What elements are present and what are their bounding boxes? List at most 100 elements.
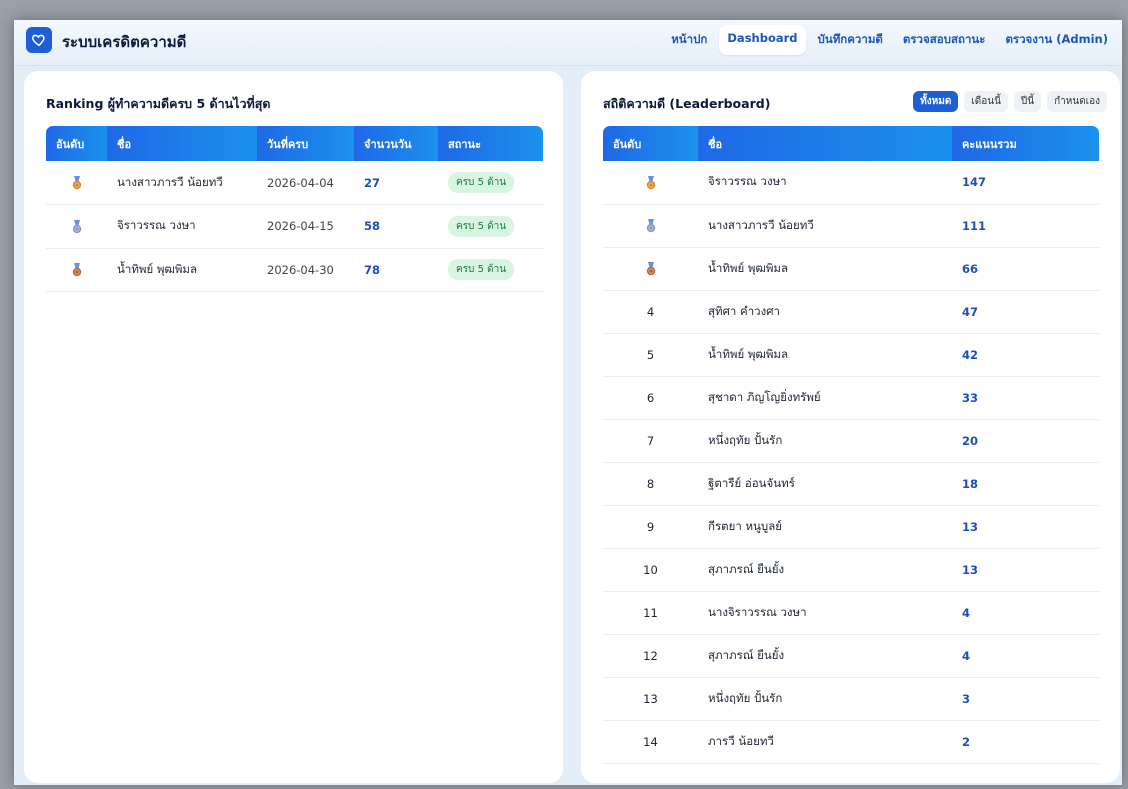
leaderboard-row[interactable]: 10 สุภาภรณ์ ยืนยั้ง 13	[603, 548, 1099, 591]
gold-medal-icon	[72, 175, 81, 189]
rank-cell: 11	[643, 605, 658, 620]
leaderboard-row[interactable]: 5 น้ำทิพย์ พุฒพิมล 42	[603, 333, 1099, 376]
status-badge: ครบ 5 ด้าน	[448, 259, 515, 281]
leaderboard-row[interactable]: 8 ฐิตารีย์ อ่อนจันทร์ 18	[603, 462, 1099, 505]
rank-cell: 9	[646, 519, 655, 534]
leaderboard-row[interactable]: 11 นางจิราวรรณ วงษา 4	[603, 591, 1099, 634]
filter-button-2[interactable]: ปีนี้	[1013, 91, 1042, 112]
score-cell: 13	[962, 519, 979, 534]
ranking-col-header: วันที่ครบ	[257, 126, 354, 161]
status-cell: ครบ 5 ด้าน	[438, 248, 543, 292]
name-cell: จิราวรรณ วงษา	[708, 174, 787, 189]
app-logo[interactable]	[26, 27, 52, 53]
days-cell: 27	[364, 175, 381, 190]
leaderboard-row[interactable]: 13 หนึ่งฤทัย ปั้นรัก 3	[603, 677, 1099, 720]
name-cell: นางสาวภารวี น้อยทวี	[117, 174, 223, 189]
leaderboard-header-row: อันดับ ชื่อ คะแนนรวม	[603, 126, 1099, 161]
ranking-table: อันดับ ชื่อ วันที่ครบ จำนวนวัน สถานะ นางสาวภ…	[46, 126, 543, 292]
leaderboard-row[interactable]: 12 สุภาภรณ์ ยืนยั้ง 4	[603, 634, 1099, 677]
score-cell: 13	[962, 562, 979, 577]
leaderboard-table: อันดับ ชื่อ คะแนนรวม จิราวรรณ วงษา 147 นางสา…	[603, 126, 1099, 764]
rank-cell	[46, 205, 107, 249]
leaderboard-row[interactable]: 4 สุทิศา คำวงศา 47	[603, 290, 1099, 333]
rank-cell: 12	[643, 648, 658, 663]
days-cell: 78	[364, 262, 381, 277]
rank-cell: 4	[646, 304, 655, 319]
status-badge: ครบ 5 ด้าน	[448, 172, 515, 193]
rank-cell	[603, 204, 698, 247]
bronze-medal-icon	[72, 263, 81, 277]
rank-cell: 14	[643, 734, 658, 749]
score-cell: 47	[962, 304, 979, 319]
date-cell: 2026-04-04	[267, 175, 334, 190]
score-cell: 18	[962, 476, 979, 491]
rank-cell: 6	[646, 390, 655, 405]
ranking-row[interactable]: จิราวรรณ วงษา 2026-04-15 58 ครบ 5 ด้าน	[46, 205, 543, 249]
leaderboard-col-header: คะแนนรวม	[952, 126, 1099, 161]
status-badge: ครบ 5 ด้าน	[448, 215, 515, 237]
top-navbar: ระบบเครดิตความดี หน้าปก Dashboard บันทึกคว…	[14, 20, 1122, 66]
nav-item-1[interactable]: Dashboard	[719, 25, 806, 55]
heart-icon	[32, 34, 45, 47]
score-cell: 42	[962, 347, 979, 362]
leaderboard-col-header: ชื่อ	[698, 126, 952, 161]
score-cell: 4	[962, 605, 971, 620]
score-cell: 20	[962, 433, 979, 448]
rank-cell: 10	[643, 562, 658, 577]
ranking-row[interactable]: นางสาวภารวี น้อยทวี 2026-04-04 27 ครบ 5 ด้า…	[46, 161, 543, 205]
name-cell: น้ำทิพย์ พุฒพิมล	[117, 261, 198, 276]
name-cell: กีรตยา หนูบูลย์	[708, 518, 782, 533]
ranking-col-header: จำนวนวัน	[354, 126, 438, 161]
ranking-row[interactable]: น้ำทิพย์ พุฒพิมล 2026-04-30 78 ครบ 5 ด้าน	[46, 248, 543, 292]
score-cell: 2	[962, 734, 971, 749]
name-cell: สุภาภรณ์ ยืนยั้ง	[708, 647, 785, 662]
ranking-col-header: อันดับ	[46, 126, 107, 161]
leaderboard-row[interactable]: จิราวรรณ วงษา 147	[603, 161, 1099, 204]
silver-medal-icon	[646, 218, 655, 232]
ranking-col-header: ชื่อ	[107, 126, 257, 161]
name-cell: นางจิราวรรณ วงษา	[708, 604, 807, 619]
filter-button-1[interactable]: เดือนนี้	[964, 91, 1008, 112]
rank-cell: 8	[646, 476, 655, 491]
leaderboard-row[interactable]: 9 กีรตยา หนูบูลย์ 13	[603, 505, 1099, 548]
score-cell: 66	[962, 261, 979, 276]
nav-item-3[interactable]: ตรวจสอบสถานะ	[895, 25, 994, 55]
filter-button-0[interactable]: ทั้งหมด	[913, 91, 959, 112]
leaderboard-row[interactable]: 7 หนึ่งฤทัย ปั้นรัก 20	[603, 419, 1099, 462]
name-cell: ฐิตารีย์ อ่อนจันทร์	[708, 475, 795, 490]
score-cell: 147	[962, 175, 987, 190]
filter-button-3[interactable]: กำหนดเอง	[1047, 91, 1107, 112]
score-cell: 3	[962, 691, 971, 706]
leaderboard-filters: ทั้งหมด เดือนนี้ ปีนี้ กำหนดเอง	[913, 91, 1107, 112]
status-cell: ครบ 5 ด้าน	[438, 205, 543, 249]
ranking-card: Ranking ผู้ทำความดีครบ 5 ด้านไวที่สุด อั…	[24, 71, 563, 783]
nav-item-2[interactable]: บันทึกความดี	[810, 25, 891, 55]
app-window: ระบบเครดิตความดี หน้าปก Dashboard บันทึกคว…	[14, 20, 1122, 785]
name-cell: สุภาภรณ์ ยืนยั้ง	[708, 561, 785, 576]
nav-item-4[interactable]: ตรวจงาน (Admin)	[997, 25, 1116, 55]
nav-item-0[interactable]: หน้าปก	[663, 25, 715, 55]
rank-cell: 13	[643, 691, 658, 706]
bronze-medal-icon	[646, 261, 655, 275]
leaderboard-col-header: อันดับ	[603, 126, 698, 161]
ranking-title: Ranking ผู้ทำความดีครบ 5 ด้านไวที่สุด	[46, 96, 271, 111]
name-cell: จิราวรรณ วงษา	[117, 218, 196, 233]
date-cell: 2026-04-15	[267, 219, 334, 234]
ranking-header-row: อันดับ ชื่อ วันที่ครบ จำนวนวัน สถานะ	[46, 126, 543, 161]
leaderboard-row[interactable]: น้ำทิพย์ พุฒพิมล 66	[603, 247, 1099, 290]
days-cell: 58	[364, 219, 381, 234]
leaderboard-row[interactable]: นางสาวภารวี น้อยทวี 111	[603, 204, 1099, 247]
name-cell: นางสาวภารวี น้อยทวี	[708, 217, 814, 232]
rank-cell: 7	[646, 433, 655, 448]
rank-cell	[603, 247, 698, 290]
leaderboard-row[interactable]: 14 ภารวี น้อยทวี 2	[603, 720, 1099, 763]
leaderboard-row[interactable]: 6 สุชาดา ภิญโญยิ่งทรัพย์ 33	[603, 376, 1099, 419]
rank-cell	[46, 248, 107, 292]
main-nav: หน้าปก Dashboard บันทึกความดี ตรวจสอบสถานะต…	[663, 25, 1116, 55]
name-cell: ภารวี น้อยทวี	[708, 733, 774, 748]
name-cell: น้ำทิพย์ พุฒพิมล	[708, 260, 789, 275]
name-cell: สุทิศา คำวงศา	[708, 303, 780, 318]
score-cell: 111	[962, 218, 987, 233]
status-cell: ครบ 5 ด้าน	[438, 161, 543, 205]
leaderboard-title: สถิติความดี (Leaderboard)	[603, 96, 771, 111]
